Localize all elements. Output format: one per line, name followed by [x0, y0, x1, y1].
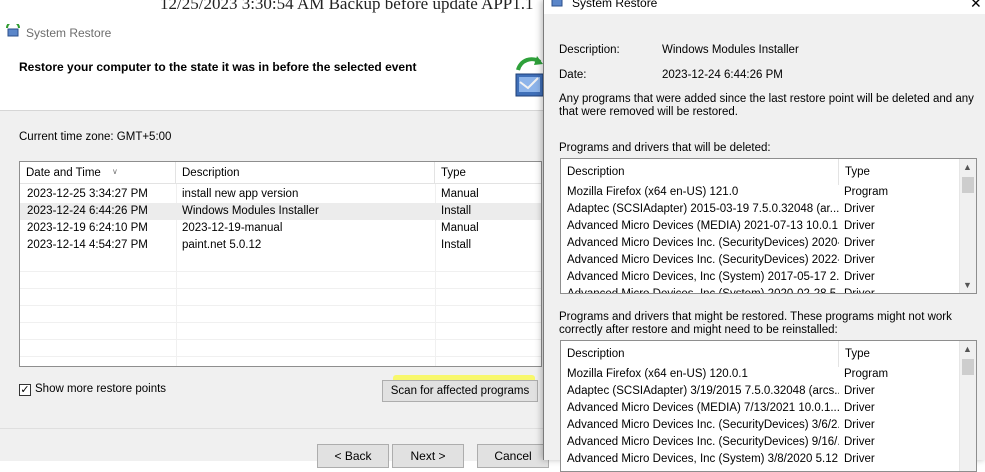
window-title: System Restore — [572, 0, 658, 10]
column-header-description[interactable]: Description — [561, 159, 839, 185]
show-more-label: Show more restore points — [35, 383, 167, 395]
title-bar[interactable]: System Restore — [0, 18, 543, 48]
system-restore-window: System Restore Restore your computer to … — [0, 18, 549, 468]
scrollbar[interactable]: ▲ — [959, 341, 976, 471]
programs-to-delete-list: Description Type Mozilla Firefox (x64 en… — [560, 158, 977, 294]
date-label: Date: — [559, 69, 587, 81]
scan-affected-programs-button[interactable]: Scan for affected programs — [382, 380, 538, 402]
scrollbar[interactable]: ▲ ▼ — [959, 159, 976, 293]
column-header-date[interactable]: Date and Time ∨ — [20, 162, 176, 184]
list-item[interactable]: Advanced Micro Devices Inc. (SecurityDev… — [561, 235, 959, 252]
date-value: 2023-12-24 6:44:26 PM — [662, 69, 783, 81]
table-row[interactable]: 2023-12-14 4:54:27 PM paint.net 5.0.12 I… — [20, 237, 541, 254]
background-window-text: 12/25/2023 3:30:54 AM Backup before upda… — [160, 0, 534, 13]
affected-programs-window: System Restore ✕ Description: Windows Mo… — [543, 0, 985, 472]
wizard-footer: < Back Next > Cancel — [0, 428, 549, 468]
sort-caret-icon: ∨ — [112, 167, 118, 176]
back-button[interactable]: < Back — [317, 444, 389, 468]
programs-to-restore-list: Description Type Mozilla Firefox (x64 en… — [560, 340, 977, 472]
list-item[interactable]: Mozilla Firefox (x64 en-US) 120.0.1 Prog… — [561, 366, 959, 383]
list-item[interactable]: Mozilla Firefox (x64 en-US) 121.0 Progra… — [561, 184, 959, 201]
restore-notice: Any programs that were added since the l… — [559, 93, 974, 118]
list-item[interactable]: Advanced Micro Devices (MEDIA) 2021-07-1… — [561, 218, 959, 235]
list-item[interactable]: Advanced Micro Devices, Inc (System) 201… — [561, 269, 959, 286]
title-bar[interactable]: System Restore ✕ — [544, 0, 985, 14]
table-row[interactable]: 2023-12-25 3:34:27 PM install new app ve… — [20, 186, 541, 203]
column-header-description[interactable]: Description — [561, 341, 839, 367]
restore-points-table: Date and Time ∨ Description Type 2023-12… — [19, 161, 542, 367]
scroll-up-icon[interactable]: ▲ — [963, 344, 972, 354]
affected-programs-body: Description: Windows Modules Installer D… — [544, 14, 985, 472]
show-more-checkbox[interactable]: ✓ — [19, 384, 31, 396]
column-header-type[interactable]: Type — [839, 159, 959, 185]
list-item[interactable]: Advanced Micro Devices Inc. (SecurityDev… — [561, 417, 959, 434]
scroll-thumb[interactable] — [962, 177, 974, 193]
column-header-description[interactable]: Description — [176, 162, 435, 184]
next-button[interactable]: Next > — [392, 444, 464, 468]
scroll-thumb[interactable] — [962, 359, 974, 375]
window-title: System Restore — [26, 26, 112, 40]
restored-heading: Programs and drivers that might be resto… — [559, 311, 952, 336]
wizard-header: Restore your computer to the state it wa… — [0, 48, 543, 111]
column-header-type[interactable]: Type — [435, 162, 541, 184]
table-row[interactable]: 2023-12-19 6:24:10 PM 2023-12-19-manual … — [20, 220, 541, 237]
description-label: Description: — [559, 44, 620, 56]
list-item[interactable]: Adaptec (SCSIAdapter) 3/19/2015 7.5.0.32… — [561, 383, 959, 400]
page-heading: Restore your computer to the state it wa… — [19, 60, 417, 74]
description-value: Windows Modules Installer — [662, 44, 799, 56]
column-header-type[interactable]: Type — [839, 341, 959, 367]
scroll-down-icon[interactable]: ▼ — [963, 280, 972, 290]
list-item[interactable]: Advanced Micro Devices, Inc (System) 202… — [561, 286, 959, 293]
scroll-up-icon[interactable]: ▲ — [963, 162, 972, 172]
list-item[interactable]: Advanced Micro Devices (MEDIA) 7/13/2021… — [561, 400, 959, 417]
deleted-heading: Programs and drivers that will be delete… — [559, 142, 771, 154]
restore-computer-icon — [515, 56, 543, 97]
cancel-button[interactable]: Cancel — [477, 444, 549, 468]
timezone-label: Current time zone: GMT+5:00 — [19, 131, 172, 143]
table-row-selected[interactable]: 2023-12-24 6:44:26 PM Windows Modules In… — [20, 203, 541, 220]
list-item[interactable]: Advanced Micro Devices Inc. (SecurityDev… — [561, 434, 959, 451]
system-restore-icon — [551, 0, 563, 7]
list-item[interactable]: Advanced Micro Devices Inc. (SecurityDev… — [561, 252, 959, 269]
close-icon[interactable]: ✕ — [970, 0, 982, 12]
list-item[interactable]: Adaptec (SCSIAdapter) 2015-03-19 7.5.0.3… — [561, 201, 959, 218]
system-restore-icon — [6, 24, 20, 37]
